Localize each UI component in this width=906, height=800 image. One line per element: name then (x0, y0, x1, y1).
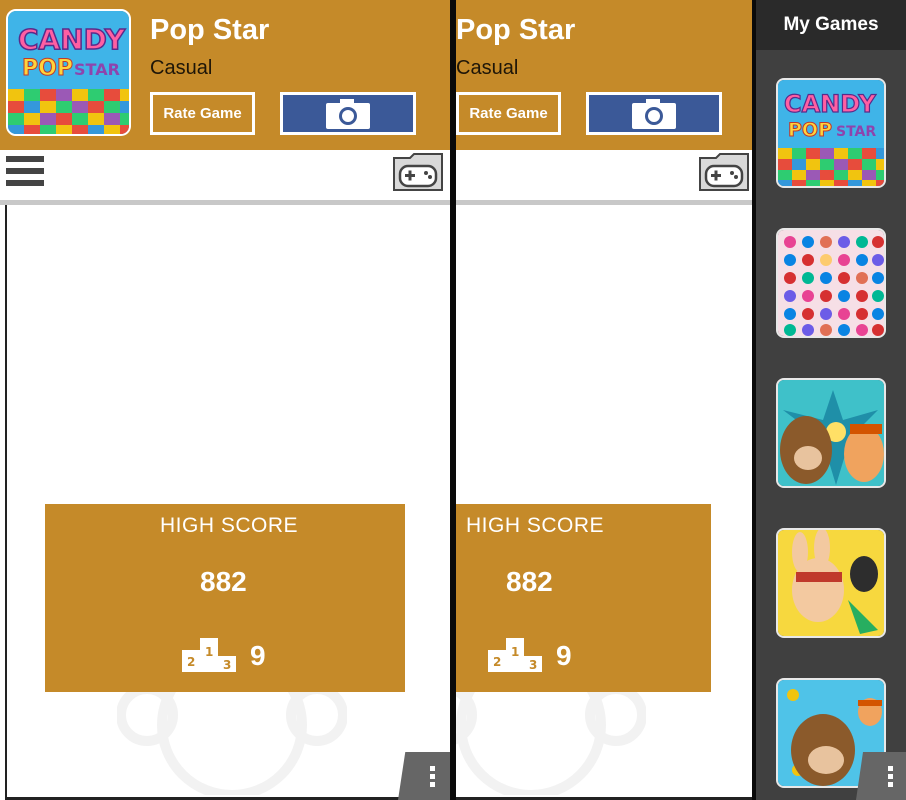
candy-pop-star-icon: CANDY POP STAR (6, 9, 131, 136)
game-detail-panel-overlay: Pop Star Casual Rate Game HIGH SCORE 882… (456, 0, 752, 800)
rank-value: 9 (556, 640, 572, 671)
high-score-card: HIGH SCORE 882 2 1 3 9 (456, 504, 711, 692)
candy-pop-star-icon[interactable]: CANDY POP STAR (776, 78, 886, 188)
high-score-label: HIGH SCORE (160, 514, 299, 537)
svg-text:POP: POP (788, 119, 832, 141)
monkey-fight-icon[interactable] (776, 378, 886, 488)
gamepad-folder-icon[interactable] (392, 152, 444, 192)
svg-text:1: 1 (205, 645, 213, 659)
screenshot-button[interactable] (280, 92, 416, 135)
bunny-slingshot-icon[interactable] (776, 528, 886, 638)
game-content-area: HIGH SCORE 882 2 1 3 9 (5, 205, 447, 800)
podium-icon: 2 1 3 (488, 638, 542, 672)
camera-icon (632, 98, 676, 129)
game-content-area: HIGH SCORE 882 2 1 3 9 (456, 205, 752, 800)
svg-text:1: 1 (511, 645, 519, 659)
svg-text:3: 3 (529, 658, 537, 672)
high-score-card: HIGH SCORE 882 2 1 3 9 (45, 504, 405, 692)
my-games-title: My Games (756, 0, 906, 50)
svg-text:STAR: STAR (74, 60, 120, 79)
svg-text:POP: POP (22, 56, 73, 81)
screenshot-button[interactable] (586, 92, 722, 135)
gamepad-folder-icon[interactable] (698, 152, 750, 192)
high-score-value: 882 (200, 566, 247, 597)
game-genre: Casual (456, 57, 519, 79)
game-detail-panel: CANDY POP STAR Pop Star Casual Rate Game… (0, 0, 450, 800)
rank-value: 9 (250, 640, 266, 671)
svg-text:STAR: STAR (836, 124, 876, 140)
svg-text:2: 2 (187, 655, 195, 669)
game-title: Pop Star (150, 14, 270, 46)
vertical-dots-icon (888, 766, 893, 771)
svg-text:3: 3 (223, 658, 231, 672)
svg-text:CANDY: CANDY (18, 23, 126, 56)
hamburger-menu-icon[interactable] (6, 156, 44, 190)
svg-text:2: 2 (493, 655, 501, 669)
more-options-button[interactable] (398, 752, 450, 800)
rate-game-button[interactable]: Rate Game (456, 92, 561, 135)
game-title: Pop Star (456, 14, 576, 46)
podium-icon: 2 1 3 (182, 638, 236, 672)
more-options-button[interactable] (856, 752, 906, 800)
vertical-dots-icon (430, 766, 435, 771)
high-score-value: 882 (506, 566, 553, 597)
high-score-label: HIGH SCORE (466, 514, 605, 537)
camera-icon (326, 98, 370, 129)
toolbar (0, 150, 450, 200)
jewel-match-icon[interactable] (776, 228, 886, 338)
svg-text:CANDY: CANDY (784, 90, 876, 118)
rate-game-button[interactable]: Rate Game (150, 92, 255, 135)
game-genre: Casual (150, 57, 213, 79)
my-games-sidebar: My Games CANDY POP STAR (756, 0, 906, 800)
